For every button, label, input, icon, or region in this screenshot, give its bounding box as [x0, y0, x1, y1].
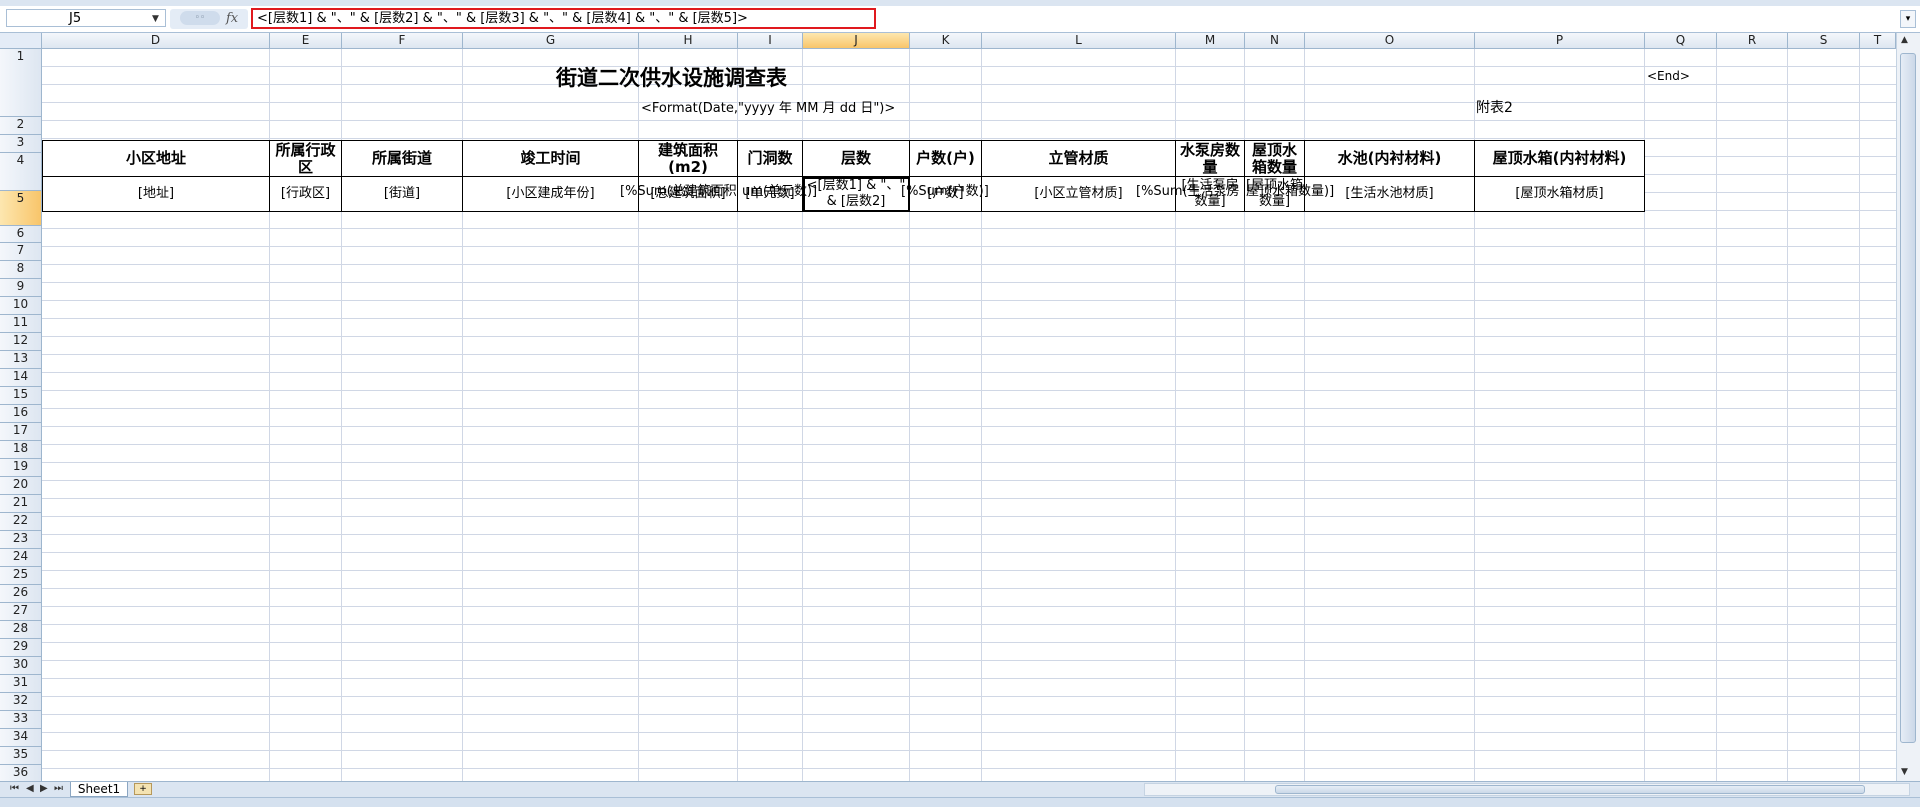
vertical-scrollbar[interactable]: ▲ ▼	[1896, 33, 1920, 781]
insert-sheet-icon[interactable]: +	[134, 783, 152, 795]
sum-units-cell[interactable]: um(单元数)]	[742, 180, 817, 199]
value-cell[interactable]: [行政区]	[270, 177, 342, 212]
horizontal-scroll-thumb[interactable]	[1275, 785, 1865, 794]
sum-pumps-cell[interactable]: [%Sum(生活泵房	[1136, 180, 1240, 199]
column-header-m[interactable]: M	[1176, 33, 1245, 49]
row-header-36[interactable]: 36	[0, 765, 42, 781]
header-cell[interactable]: 水池(内衬材料)	[1305, 140, 1475, 177]
column-header-h[interactable]: H	[639, 33, 738, 49]
value-cell[interactable]: [屋顶水箱材质]	[1475, 177, 1645, 212]
sheet-title[interactable]: 街道二次供水设施调查表	[556, 62, 787, 92]
column-header-e[interactable]: E	[270, 33, 342, 49]
header-cell[interactable]: 竣工时间	[463, 140, 639, 177]
row-header-5[interactable]: 5	[0, 191, 42, 226]
header-cell[interactable]: 水泵房数量	[1176, 140, 1245, 177]
scroll-down-icon[interactable]: ▼	[1901, 767, 1908, 777]
sum-tanks-cell[interactable]: 屋顶水箱数量)]	[1246, 180, 1334, 199]
column-header-o[interactable]: O	[1305, 33, 1475, 49]
value-cell[interactable]: [地址]	[42, 177, 270, 212]
prev-sheet-icon[interactable]: ◀	[26, 783, 34, 794]
date-format-cell[interactable]: <Format(Date,"yyyy 年 MM 月 dd 日")>	[641, 97, 895, 116]
header-cell[interactable]: 建筑面积(m2)	[639, 140, 738, 177]
gridline	[1787, 49, 1788, 781]
last-sheet-icon[interactable]: ⏭	[54, 783, 63, 794]
header-cell[interactable]: 小区地址	[42, 140, 270, 177]
column-header-n[interactable]: N	[1245, 33, 1305, 49]
column-header-r[interactable]: R	[1717, 33, 1788, 49]
header-cell[interactable]: 户数(户)	[910, 140, 982, 177]
column-header-s[interactable]: S	[1788, 33, 1860, 49]
header-cell[interactable]: 门洞数	[738, 140, 803, 177]
first-sheet-icon[interactable]: ⏮	[10, 783, 19, 794]
sheet-tab-bar: ⏮ ◀ ▶ ⏭ Sheet1 +	[0, 781, 1920, 797]
next-sheet-icon[interactable]: ▶	[40, 783, 48, 794]
column-header-f[interactable]: F	[342, 33, 463, 49]
column-header-i[interactable]: I	[738, 33, 803, 49]
header-cell[interactable]: 层数	[803, 140, 910, 177]
header-cell[interactable]: 所属行政区	[270, 140, 342, 177]
scroll-up-icon[interactable]: ▲	[1901, 35, 1908, 45]
appendix-label[interactable]: 附表2	[1476, 97, 1513, 117]
value-cell[interactable]: [街道]	[342, 177, 463, 212]
expand-formula-bar-icon[interactable]: ▾	[1900, 10, 1916, 28]
column-header-q[interactable]: Q	[1645, 33, 1717, 49]
status-bar	[0, 797, 1920, 807]
active-cell-j5[interactable]: <[层数1] & "、" & [层数2]	[803, 177, 910, 212]
tab-sheet1[interactable]: Sheet1	[70, 782, 128, 797]
cancel-enter-icon[interactable]: ◦◦	[180, 11, 220, 25]
row-header-1[interactable]: 1	[0, 49, 42, 117]
gridline	[1859, 49, 1860, 781]
insert-function-icon[interactable]: fx	[226, 11, 238, 26]
worksheet-grid[interactable]: DEFGHIJKLMNOPQRST 1 2 3 4 5 6 7 8 9 10 11 12 13 14 15 1…	[0, 33, 1896, 781]
horizontal-scrollbar[interactable]	[1144, 783, 1910, 796]
column-header-l[interactable]: L	[982, 33, 1176, 49]
formula-input[interactable]: <[层数1] & "、" & [层数2] & "、" & [层数3] & "、"…	[251, 8, 876, 29]
header-cell[interactable]: 屋顶水箱(内衬材料)	[1475, 140, 1645, 177]
vertical-scroll-thumb[interactable]	[1900, 53, 1916, 743]
column-header-j[interactable]: J	[803, 33, 910, 49]
end-marker[interactable]: <End>	[1647, 69, 1690, 83]
column-header-g[interactable]: G	[463, 33, 639, 49]
chevron-down-icon[interactable]: ▼	[152, 14, 159, 24]
value-cell[interactable]: [小区建成年份]	[463, 177, 639, 212]
gridline	[1716, 49, 1717, 781]
column-header-p[interactable]: P	[1475, 33, 1645, 49]
column-header-k[interactable]: K	[910, 33, 982, 49]
column-header-t[interactable]: T	[1860, 33, 1896, 49]
header-cell[interactable]: 所属街道	[342, 140, 463, 177]
formula-bar: J5 ▼ ◦◦ fx <[层数1] & "、" & [层数2] & "、" & …	[0, 6, 1920, 33]
sum-households-cell[interactable]: [%Sum(户数)]	[901, 180, 989, 199]
header-cell[interactable]: 立管材质	[982, 140, 1176, 177]
name-box[interactable]: J5	[6, 9, 166, 27]
sum-area-cell[interactable]: [%Sum(总建筑面积	[620, 180, 737, 199]
column-header-d[interactable]: D	[42, 33, 270, 49]
header-cell[interactable]: 屋顶水箱数量	[1245, 140, 1305, 177]
